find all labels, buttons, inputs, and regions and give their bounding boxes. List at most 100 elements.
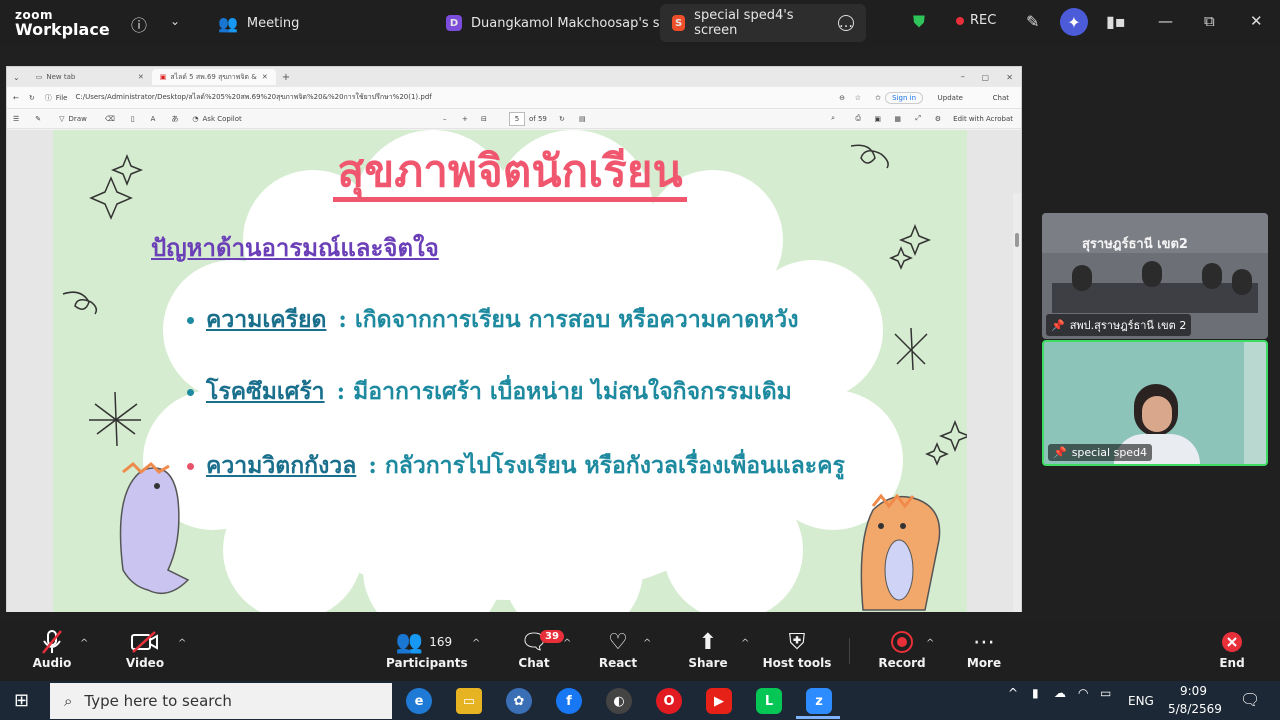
translate-icon[interactable]: あ (171, 114, 178, 124)
more-button[interactable]: ⋯ More (962, 628, 1006, 671)
page-view-icon[interactable]: ▤ (579, 115, 586, 123)
mic-icon[interactable]: ▮ (1032, 686, 1039, 700)
opera-icon[interactable]: O (656, 688, 682, 714)
audio-button[interactable]: Audio (28, 628, 76, 670)
zoom-out-icon[interactable]: – (443, 115, 447, 123)
favorites-icon[interactable]: ✩ (875, 94, 881, 102)
save-as-icon[interactable]: ▦ (894, 115, 901, 123)
chevron-down-icon[interactable]: ⌄ (170, 14, 180, 28)
layout-icon[interactable]: ▮▪ (1106, 12, 1126, 31)
draw-icon[interactable]: ▽ (59, 115, 64, 123)
taskbar-search[interactable]: ⌕ Type here to search (50, 683, 392, 719)
draw-label[interactable]: Draw (69, 115, 87, 123)
end-button[interactable]: End (1214, 628, 1250, 670)
video-tile-special-sped4[interactable]: 📌 special sped4 (1042, 340, 1268, 466)
youtube-icon[interactable]: ▶ (706, 688, 732, 714)
browser-close-icon[interactable]: ✕ (1006, 73, 1013, 82)
favorite-icon[interactable]: ☆ (855, 94, 861, 102)
pdf-scrollbar[interactable] (1013, 193, 1021, 612)
file-explorer-icon[interactable]: ▭ (456, 688, 482, 714)
back-icon[interactable]: ← (13, 94, 19, 102)
language-indicator[interactable]: ENG (1128, 694, 1154, 708)
video-button[interactable]: Video (120, 628, 170, 670)
read-aloud-icon[interactable]: A (151, 115, 156, 123)
tab-duangkamol-screen[interactable]: D Duangkamol Makchoosap's scr (434, 4, 684, 42)
pin-icon: 📌 (1051, 318, 1065, 332)
edit-acrobat-button[interactable]: Edit with Acrobat (953, 115, 1013, 123)
fullscreen-icon[interactable]: ⤢ (915, 114, 921, 123)
host-tools-button[interactable]: ⛨ Host tools (762, 628, 832, 671)
zoom-app-icon[interactable]: z (806, 688, 832, 714)
participants-options-caret[interactable]: ^ (472, 638, 480, 649)
update-button[interactable]: Update (938, 94, 963, 102)
new-tab-button[interactable]: + (282, 72, 290, 83)
wifi-icon[interactable]: ◠ (1078, 686, 1088, 700)
settings-icon[interactable]: ⚙ (935, 115, 941, 123)
shield-icon[interactable]: ⛊ (913, 12, 925, 32)
more-options-icon[interactable]: … (838, 15, 854, 31)
refresh-icon[interactable]: ↻ (29, 94, 35, 102)
copilot-icon[interactable]: ◔ (192, 115, 198, 123)
participants-button[interactable]: 👥 169 Participants (386, 628, 468, 671)
tab-special-sped4-screen[interactable]: S special sped4's screen … (660, 4, 866, 42)
info-icon[interactable]: ⓘ (131, 12, 147, 36)
ai-companion-icon[interactable]: ✦ (1060, 8, 1088, 36)
page-number-input[interactable]: 5 (509, 112, 525, 126)
bullet-item: โรคซึมเศร้า : มีอาการเศร้า เบื่อหน่าย ไม… (187, 374, 792, 410)
onedrive-icon[interactable]: ☁ (1054, 686, 1066, 700)
browser-maximize-icon[interactable]: ▢ (981, 73, 989, 82)
tab-actions-icon[interactable]: ⌄ (13, 73, 20, 82)
scrollbar-thumb[interactable] (1015, 233, 1019, 247)
obs-icon[interactable]: ◐ (606, 688, 632, 714)
meeting-tab[interactable]: 👥 Meeting (218, 6, 299, 40)
bullet-dot (187, 388, 194, 396)
clock-time[interactable]: 9:09 (1180, 684, 1207, 698)
line-icon[interactable]: L (756, 688, 782, 714)
record-options-caret[interactable]: ^ (926, 638, 934, 649)
windows-start-icon[interactable]: ⊞ (14, 690, 29, 711)
highlight-icon[interactable]: ✎ (35, 115, 41, 123)
save-icon[interactable]: ▣ (874, 115, 881, 123)
close-tab-icon[interactable]: ✕ (138, 73, 144, 81)
erase-icon[interactable]: ⌫ (105, 115, 115, 123)
search-icon[interactable]: ⌕ (831, 114, 835, 123)
chevron-up-icon[interactable]: ^ (1008, 686, 1018, 700)
audio-options-caret[interactable]: ^ (80, 638, 88, 649)
video-options-caret[interactable]: ^ (178, 638, 186, 649)
chat-options-caret[interactable]: ^ (563, 638, 571, 649)
print-icon[interactable]: ⎙ (855, 114, 861, 123)
video-tile-district-office[interactable]: สุราษฎร์ธานี เขต2 📌 สพป.สุราษฎร์ธานี เขต… (1042, 213, 1268, 339)
app-icon[interactable]: ✿ (506, 688, 532, 714)
share-options-caret[interactable]: ^ (741, 638, 749, 649)
notifications-icon[interactable]: 🗨 (1240, 690, 1260, 709)
browser-tab-new[interactable]: ▭ New tab ✕ (28, 69, 152, 85)
contents-icon[interactable]: ☰ (13, 115, 19, 123)
zoom-in-icon[interactable]: + (462, 115, 468, 123)
react-button[interactable]: ♡ React (596, 628, 640, 671)
view-icon[interactable]: ▯ (131, 115, 135, 123)
recording-indicator[interactable]: REC (956, 13, 996, 28)
sign-in-button[interactable]: Sign in (885, 91, 923, 104)
clock-date[interactable]: 5/8/2569 (1168, 702, 1222, 716)
ask-copilot-label[interactable]: Ask Copilot (203, 115, 242, 123)
close-icon[interactable]: ✕ (1250, 12, 1263, 30)
rotate-icon[interactable]: ↻ (559, 115, 565, 123)
react-options-caret[interactable]: ^ (643, 638, 651, 649)
share-button[interactable]: ⬆ Share (686, 628, 730, 671)
search-icon: ⌕ (64, 692, 73, 710)
restore-icon[interactable]: ⧉ (1204, 12, 1215, 30)
zoom-icon[interactable]: ⊖ (839, 94, 845, 102)
minimize-icon[interactable]: — (1158, 12, 1173, 30)
browser-tab-pdf[interactable]: ▣ สไลด์ 5 สพ.69 สุขภาพจิต & การใช้ยาเสพ … (151, 69, 276, 85)
copilot-chat-button[interactable]: Chat (993, 94, 1009, 102)
facebook-icon[interactable]: f (556, 688, 582, 714)
battery-icon[interactable]: ▭ (1100, 686, 1111, 700)
edge-icon[interactable]: e (406, 688, 432, 714)
close-tab-icon[interactable]: ✕ (262, 73, 268, 81)
fit-page-icon[interactable]: ⊟ (481, 115, 487, 123)
address-url[interactable]: C:/Users/Administrator/Desktop/สไลด์%205… (75, 92, 431, 103)
browser-minimize-icon[interactable]: – (961, 72, 966, 82)
annotate-icon[interactable]: ✎ (1026, 12, 1039, 31)
record-button[interactable]: Record (878, 628, 926, 670)
host-tools-label: Host tools (762, 656, 832, 670)
